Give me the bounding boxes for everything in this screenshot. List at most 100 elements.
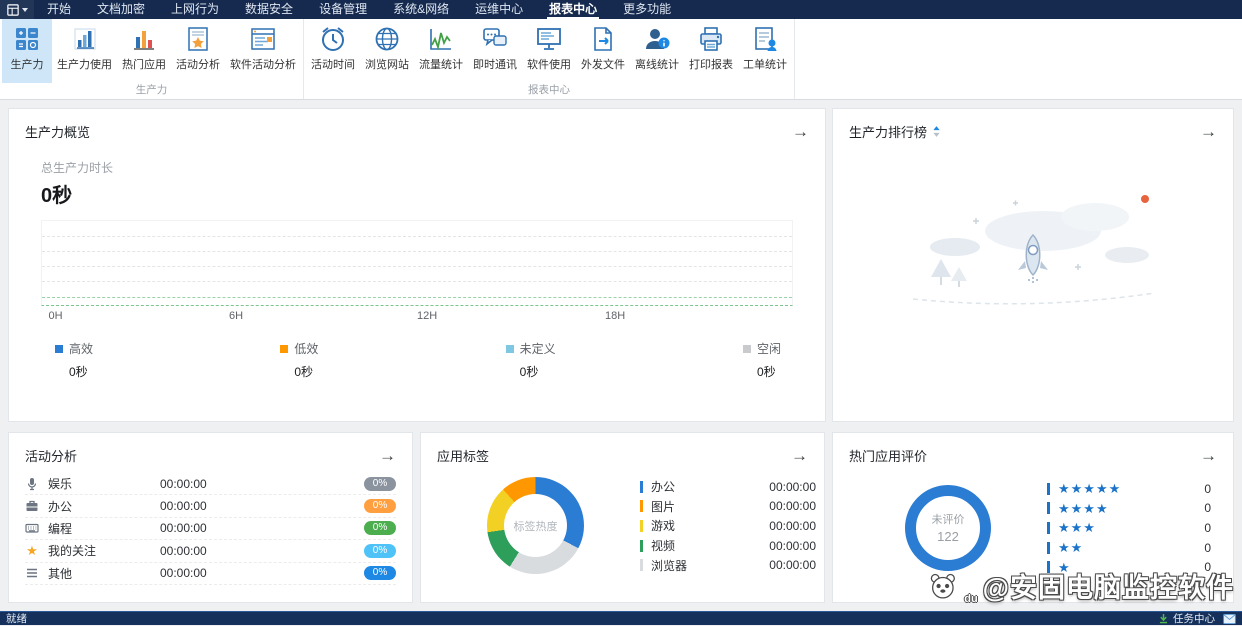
ribbon-button-label: 活动分析 <box>176 59 220 71</box>
donut-center-label: 未评价 122 <box>931 514 965 545</box>
ribbon-button-label: 软件活动分析 <box>230 59 296 71</box>
donut-center-label: 标签热度 <box>513 520 558 533</box>
rating-donut-chart: 未评价 122 <box>905 484 991 571</box>
ribbon-button-label: 打印报表 <box>689 59 733 71</box>
stars: ★★★★★ <box>1058 481 1122 497</box>
microphone-icon <box>25 477 39 491</box>
tag-row-images: 图片 00:00:00 <box>640 497 816 517</box>
tag-row-browser: 浏览器 00:00:00 <box>640 555 816 575</box>
arrow-right-icon[interactable]: → <box>1200 123 1217 140</box>
arrow-right-icon[interactable]: → <box>791 447 808 464</box>
menu-item-doc-encryption[interactable]: 文档加密 <box>84 0 158 19</box>
download-arrow-icon <box>1159 613 1168 624</box>
top-menubar: 开始 文档加密 上网行为 数据安全 设备管理 系统&网络 运维中心 报表中心 更… <box>0 0 1242 19</box>
legend-swatch <box>55 344 63 353</box>
ribbon-button-instant-messaging[interactable]: 即时通讯 <box>468 19 522 83</box>
ribbon-button-label: 热门应用 <box>122 59 166 71</box>
card-title: 生产力概览 <box>25 125 91 140</box>
empty-state-illustration <box>833 173 1233 323</box>
ribbon-button-software-usage[interactable]: 软件使用 <box>522 19 576 83</box>
legend-bar <box>640 559 643 572</box>
legend-bar <box>640 480 643 493</box>
ribbon-button-label: 流量统计 <box>419 59 463 71</box>
rating-row-1-star: ★ 0 <box>1047 557 1211 577</box>
ribbon-button-offline-stats[interactable]: 离线统计 <box>630 19 684 83</box>
ribbon-button-browse-websites[interactable]: 浏览网站 <box>360 19 414 83</box>
tag-legend: 办公 00:00:00 图片 00:00:00 游戏 00:00:00 视频 00:00… <box>640 477 816 575</box>
ribbon-button-productivity[interactable]: 生产力 <box>2 19 52 83</box>
arrow-right-icon[interactable]: → <box>379 447 396 464</box>
ribbon-button-productivity-usage[interactable]: 生产力使用 <box>52 19 117 83</box>
ribbon-button-activity-analysis[interactable]: 活动分析 <box>171 19 225 83</box>
dashboard: 生产力概览 → 总生产力时长 0秒 0H 6H 12H 18H 高效 0秒 低效… <box>0 100 1242 611</box>
legend-swatch <box>742 344 751 353</box>
statusbar: 就绪 任务中心 <box>0 611 1242 625</box>
ribbon-button-label: 即时通讯 <box>473 59 517 71</box>
ribbon-button-hot-apps[interactable]: 热门应用 <box>117 19 171 83</box>
list-icon <box>25 566 39 580</box>
message-icon[interactable] <box>1223 613 1236 624</box>
card-title: 活动分析 <box>25 449 78 464</box>
chat-icon <box>481 25 509 53</box>
ribbon-button-label: 生产力使用 <box>57 59 112 71</box>
ribbon-button-label: 外发文件 <box>581 59 625 71</box>
ribbon-button-label: 离线统计 <box>635 59 679 71</box>
rating-row-2-stars: ★★ 0 <box>1047 538 1211 558</box>
stars: ★ <box>1058 559 1071 575</box>
ribbon-button-software-activity-analysis[interactable]: 软件活动分析 <box>225 19 301 83</box>
activity-row-entertainment: 娱乐 00:00:00 0% <box>25 473 396 496</box>
card-productivity-overview: 生产力概览 → 总生产力时长 0秒 0H 6H 12H 18H 高效 0秒 低效… <box>8 108 826 422</box>
ribbon-button-label: 生产力 <box>10 59 44 71</box>
file-export-icon <box>589 25 617 53</box>
ribbon-button-label: 工单统计 <box>743 59 787 71</box>
menu-item-device-management[interactable]: 设备管理 <box>306 0 380 19</box>
menu-item-ops-center[interactable]: 运维中心 <box>462 0 536 19</box>
tag-donut-chart: 标签热度 <box>487 477 584 575</box>
card-title: 热门应用评价 <box>849 449 928 464</box>
arrow-right-icon[interactable]: → <box>1200 447 1217 464</box>
ribbon-button-label: 软件使用 <box>527 59 571 71</box>
menu-item-data-security[interactable]: 数据安全 <box>232 0 306 19</box>
card-hot-app-ratings: 热门应用评价 → 未评价 122 ★★★★ ★ 0 ★★★★ 0 ★★★ 0 ★★ 0 ★… <box>832 432 1234 603</box>
menu-item-system-network[interactable]: 系统&网络 <box>380 0 462 19</box>
task-center-button[interactable]: 任务中心 <box>1159 611 1215 626</box>
grid-icon <box>13 25 41 53</box>
status-ready-label: 就绪 <box>6 613 27 625</box>
ribbon-button-print-report[interactable]: 打印报表 <box>684 19 738 83</box>
activity-row-office: 办公 00:00:00 0% <box>25 495 396 518</box>
arrow-right-icon[interactable]: → <box>792 123 809 140</box>
legend-item-efficient: 高效 0秒 <box>55 340 93 380</box>
menu-item-internet-behavior[interactable]: 上网行为 <box>158 0 232 19</box>
tag-row-video: 视频 00:00:00 <box>640 536 816 556</box>
stars: ★★★★ <box>1058 500 1109 516</box>
briefcase-icon <box>25 499 39 513</box>
ribbon-button-outgoing-files[interactable]: 外发文件 <box>576 19 630 83</box>
menu-item-start[interactable]: 开始 <box>34 0 84 19</box>
menu-item-report-center[interactable]: 报表中心 <box>536 0 610 19</box>
bar-chart-icon <box>71 25 99 53</box>
rating-row-3-stars: ★★★ 0 <box>1047 518 1211 538</box>
rating-row-4-stars: ★★★★ 0 <box>1047 499 1211 519</box>
rating-rows: ★★★★★ 0 ★★★★ 0 ★★★ 0 ★★ 0 ★ 0 <box>1047 479 1211 577</box>
menu-item-more-features[interactable]: 更多功能 <box>610 0 684 19</box>
ribbon-button-ticket-stats[interactable]: 工单统计 <box>738 19 792 83</box>
total-productivity-value: 0秒 <box>41 185 73 207</box>
legend-swatch <box>280 344 289 353</box>
productivity-timeline-chart <box>41 220 793 306</box>
sort-icon[interactable] <box>932 126 941 137</box>
keyboard-icon <box>25 521 39 535</box>
monitor-icon <box>535 25 563 53</box>
app-menu-button[interactable] <box>0 0 34 19</box>
ribbon-group-productivity: 生产力 生产力使用 热门应用 活动分析 软件活动分析 生产力 <box>0 19 304 99</box>
legend-bar <box>1047 521 1050 534</box>
ribbon-button-activity-time[interactable]: 活动时间 <box>306 19 360 83</box>
percent-badge: 0% <box>364 499 396 514</box>
legend-bar <box>640 539 643 552</box>
tag-row-office: 办公 00:00:00 <box>640 477 816 497</box>
legend-item-undefined: 未定义 0秒 <box>505 340 556 380</box>
legend-bar <box>640 519 643 532</box>
ribbon-button-traffic-stats[interactable]: 流量统计 <box>414 19 468 83</box>
app-grid-icon <box>6 3 19 16</box>
legend-bar <box>1047 502 1050 515</box>
legend-swatch <box>505 344 514 353</box>
